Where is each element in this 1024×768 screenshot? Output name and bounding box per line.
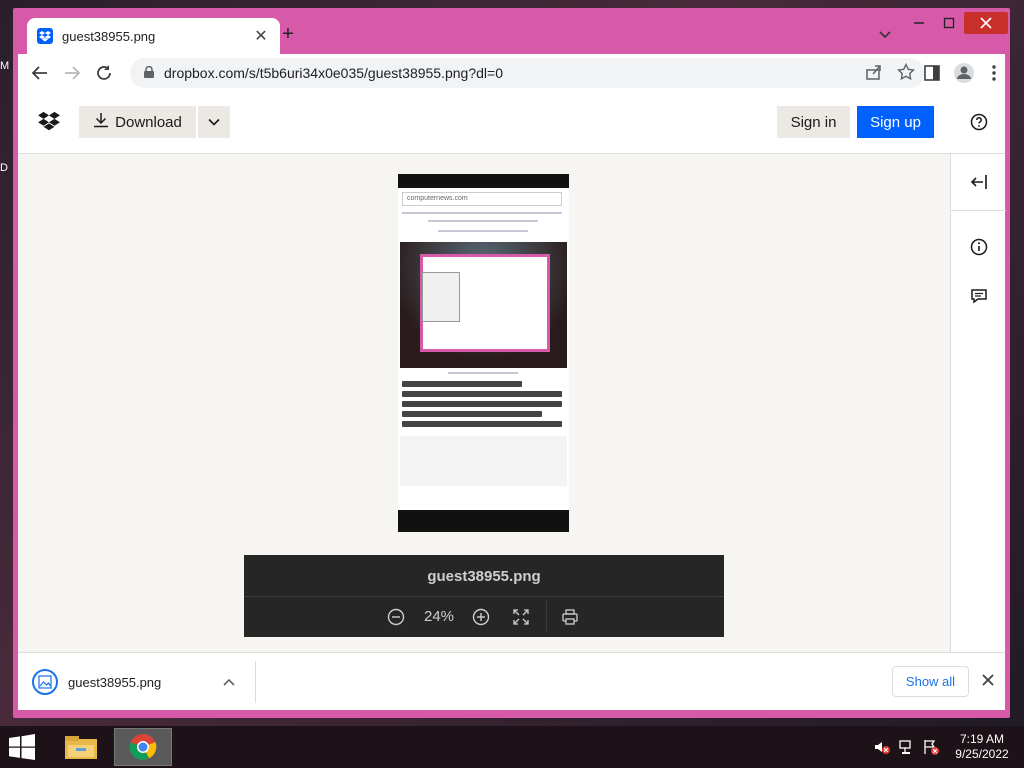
sign-in-button[interactable]: Sign in xyxy=(777,106,850,138)
zoom-out-icon[interactable] xyxy=(387,608,405,626)
profile-avatar-icon[interactable] xyxy=(950,59,978,87)
image-file-icon xyxy=(32,669,58,695)
chevron-down-icon xyxy=(208,118,220,126)
help-icon[interactable] xyxy=(970,113,990,133)
file-explorer-icon[interactable] xyxy=(52,728,110,766)
lock-icon xyxy=(144,65,154,81)
bookmark-star-icon[interactable] xyxy=(896,62,916,84)
chrome-taskbar-icon[interactable] xyxy=(114,728,172,766)
zoom-level: 24% xyxy=(423,608,455,625)
image-preview[interactable]: computernews.com xyxy=(398,174,569,532)
minimize-button[interactable] xyxy=(904,12,934,34)
downloaded-file-name: guest38955.png xyxy=(68,674,162,690)
desktop-edge-glyph: M xyxy=(0,60,10,72)
forward-arrow-icon[interactable] xyxy=(58,59,86,87)
image-viewer: computernews.com guest38955.png 24% xyxy=(18,154,950,652)
share-icon[interactable] xyxy=(865,63,883,84)
desktop-edge-glyph: D xyxy=(0,162,8,174)
clock-date: 9/25/2022 xyxy=(955,747,1009,761)
viewer-filename: guest38955.png xyxy=(244,555,724,597)
dropbox-favicon-icon xyxy=(37,28,53,44)
comment-icon[interactable] xyxy=(951,287,1006,305)
download-label: Download xyxy=(115,113,182,131)
windows-start-icon[interactable] xyxy=(8,734,38,762)
download-shelf: guest38955.png Show all xyxy=(18,652,1005,710)
browser-toolbar: dropbox.com/s/t5b6uri34x0e035/guest38955… xyxy=(18,54,1005,92)
downloaded-file-item[interactable]: guest38955.png xyxy=(32,669,161,695)
volume-muted-icon[interactable] xyxy=(873,738,891,756)
preview-url-text: computernews.com xyxy=(402,192,562,206)
dropbox-page: Download Sign in Sign up computernews.co… xyxy=(18,92,1006,652)
address-bar[interactable]: dropbox.com/s/t5b6uri34x0e035/guest38955… xyxy=(130,58,925,88)
viewer-controls: guest38955.png 24% xyxy=(244,555,724,637)
print-icon[interactable] xyxy=(561,608,579,626)
browser-tab[interactable]: guest38955.png ✕ xyxy=(27,18,280,54)
show-all-button[interactable]: Show all xyxy=(892,666,969,697)
side-panel-icon[interactable] xyxy=(918,59,946,87)
tab-title: guest38955.png xyxy=(62,28,156,44)
url-text: dropbox.com/s/t5b6uri34x0e035/guest38955… xyxy=(164,65,503,81)
clock-time: 7:19 AM xyxy=(959,732,1005,746)
side-panel xyxy=(950,154,1006,652)
zoom-in-icon[interactable] xyxy=(472,608,490,626)
download-button[interactable]: Download xyxy=(79,106,196,138)
download-icon xyxy=(93,112,109,132)
action-center-flag-icon[interactable] xyxy=(922,738,940,756)
network-icon[interactable] xyxy=(898,738,916,756)
reload-icon[interactable] xyxy=(90,59,118,87)
taskbar: 7:19 AM 9/25/2022 xyxy=(0,726,1024,768)
fullscreen-icon[interactable] xyxy=(512,608,530,626)
tab-search-chevron-icon[interactable] xyxy=(875,24,895,44)
dropbox-logo-icon[interactable] xyxy=(38,111,60,133)
download-options-button[interactable] xyxy=(198,106,230,138)
back-arrow-icon[interactable] xyxy=(26,59,54,87)
new-tab-button[interactable]: + xyxy=(276,22,300,46)
collapse-panel-icon[interactable] xyxy=(951,174,1006,190)
maximize-button[interactable] xyxy=(934,12,964,34)
tab-close-icon[interactable]: ✕ xyxy=(252,26,270,46)
close-window-button[interactable] xyxy=(964,12,1008,34)
close-shelf-icon[interactable] xyxy=(981,673,997,689)
more-menu-icon[interactable] xyxy=(980,59,1008,87)
dropbox-header: Download Sign in Sign up xyxy=(18,92,1005,154)
title-bar: guest38955.png ✕ + xyxy=(13,8,1010,54)
info-icon[interactable] xyxy=(951,238,1006,256)
browser-window: guest38955.png ✕ + dropbox.com/s/t5b6uri… xyxy=(13,8,1010,718)
chevron-up-icon[interactable] xyxy=(222,675,236,689)
sign-up-button[interactable]: Sign up xyxy=(857,106,934,138)
system-clock[interactable]: 7:19 AM 9/25/2022 xyxy=(950,732,1014,762)
